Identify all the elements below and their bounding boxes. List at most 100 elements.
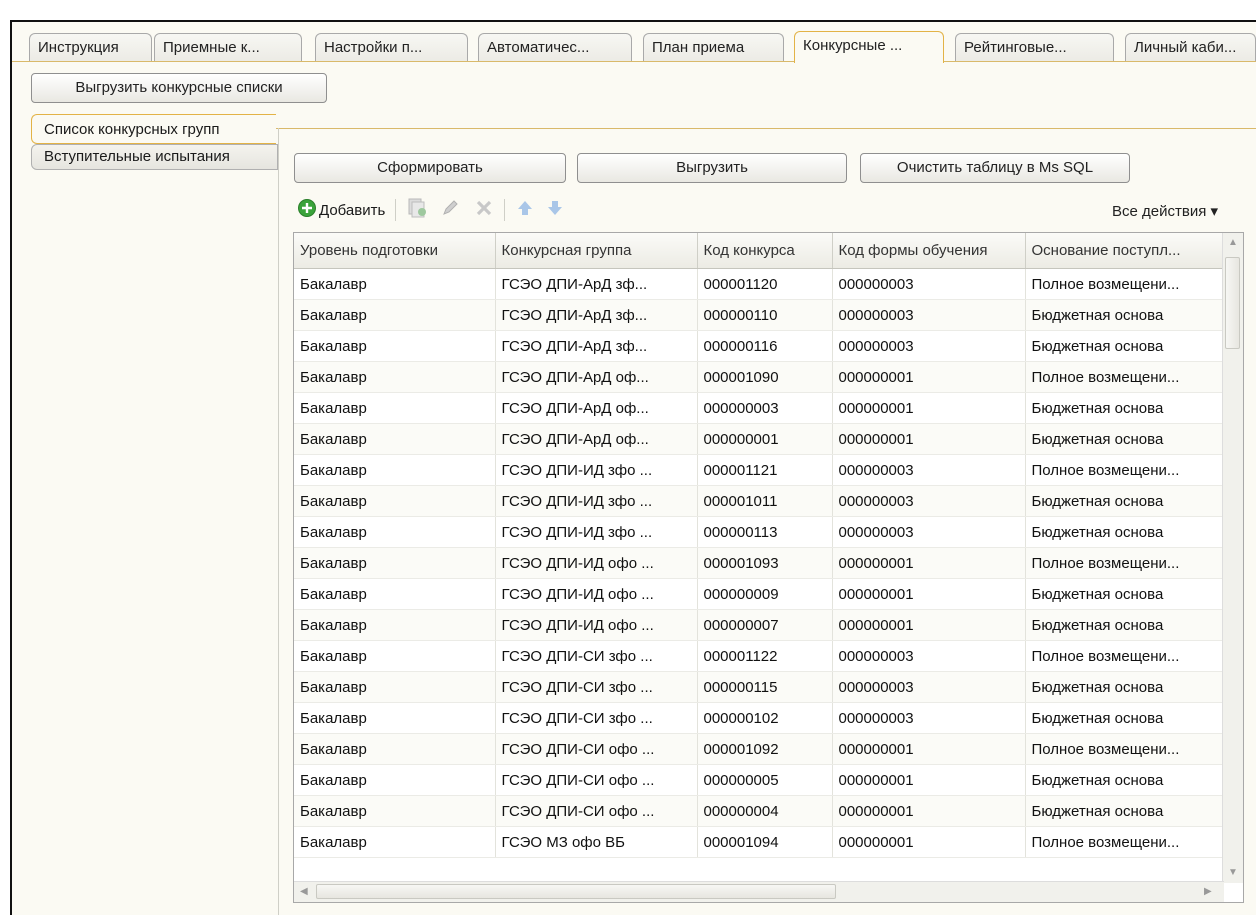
table-cell[interactable]: 000001121: [697, 454, 833, 486]
table-cell[interactable]: 000000001: [832, 423, 1026, 455]
table-row[interactable]: Бакалавр ГСЭО ДПИ-ИД зфо ... 000001121 0000…: [294, 454, 1225, 486]
table-cell[interactable]: Бюджетная основа: [1025, 330, 1225, 362]
table-cell[interactable]: Полное возмещени...: [1025, 826, 1225, 858]
table-cell[interactable]: Бюджетная основа: [1025, 578, 1225, 610]
table-cell[interactable]: 000000003: [832, 671, 1026, 703]
table-row[interactable]: Бакалавр ГСЭО ДПИ-СИ офо ... 000000004 0000…: [294, 795, 1225, 827]
tab-ratings[interactable]: Рейтинговые...: [955, 33, 1114, 61]
table-cell[interactable]: 000000116: [697, 330, 833, 362]
scroll-down-icon[interactable]: ▼: [1228, 867, 1238, 878]
table-cell[interactable]: 000001093: [697, 547, 833, 579]
table-cell[interactable]: Бакалавр: [294, 361, 496, 393]
table-row[interactable]: Бакалавр ГСЭО ДПИ-АрД зф... 000001120 00000…: [294, 268, 1225, 300]
table-row[interactable]: Бакалавр ГСЭО ДПИ-ИД офо ... 000001093 0000…: [294, 547, 1225, 579]
table-cell[interactable]: Бакалавр: [294, 423, 496, 455]
table-cell[interactable]: ГСЭО ДПИ-ИД офо ...: [495, 609, 698, 641]
column-header[interactable]: Уровень подготовки: [294, 233, 496, 269]
table-cell[interactable]: ГСЭО ДПИ-АрД зф...: [495, 299, 698, 331]
table-cell[interactable]: 000000113: [697, 516, 833, 548]
table-cell[interactable]: Бакалавр: [294, 392, 496, 424]
table-cell[interactable]: ГСЭО ДПИ-ИД офо ...: [495, 547, 698, 579]
export-button[interactable]: Выгрузить: [577, 153, 847, 183]
table-row[interactable]: Бакалавр ГСЭО ДПИ-СИ зфо ... 000001122 0000…: [294, 640, 1225, 672]
table-cell[interactable]: Бакалавр: [294, 268, 496, 300]
scroll-up-icon[interactable]: ▲: [1228, 237, 1238, 248]
table-cell[interactable]: Бюджетная основа: [1025, 392, 1225, 424]
table-cell[interactable]: ГСЭО ДПИ-ИД зфо ...: [495, 485, 698, 517]
table-row[interactable]: Бакалавр ГСЭО ДПИ-СИ зфо ... 000000102 0000…: [294, 702, 1225, 734]
table-cell[interactable]: ГСЭО ДПИ-ИД зфо ...: [495, 454, 698, 486]
table-cell[interactable]: 000001011: [697, 485, 833, 517]
all-actions-menu[interactable]: Все действия ▾: [1112, 202, 1218, 220]
table-cell[interactable]: 000000003: [832, 485, 1026, 517]
table-row[interactable]: Бакалавр ГСЭО ДПИ-АрД зф... 000000110 00000…: [294, 299, 1225, 331]
table-cell[interactable]: Бакалавр: [294, 516, 496, 548]
vertical-scroll-thumb[interactable]: [1225, 257, 1240, 349]
tab-automatic[interactable]: Автоматичес...: [478, 33, 632, 61]
table-cell[interactable]: 000001120: [697, 268, 833, 300]
table-cell[interactable]: Бакалавр: [294, 826, 496, 858]
table-row[interactable]: Бакалавр ГСЭО ДПИ-ИД офо ... 000000007 0000…: [294, 609, 1225, 641]
table-cell[interactable]: 000000001: [832, 547, 1026, 579]
tab-admission-plan[interactable]: План приема: [643, 33, 784, 61]
delete-icon[interactable]: [474, 198, 494, 222]
horizontal-scrollbar[interactable]: ◀ ▶: [294, 881, 1224, 902]
copy-icon[interactable]: [406, 197, 428, 223]
table-cell[interactable]: ГСЭО ДПИ-СИ зфо ...: [495, 671, 698, 703]
column-header[interactable]: Основание поступл...: [1025, 233, 1225, 269]
table-cell[interactable]: Бакалавр: [294, 547, 496, 579]
table-cell[interactable]: 000000115: [697, 671, 833, 703]
table-cell[interactable]: Бакалавр: [294, 485, 496, 517]
table-cell[interactable]: 000000003: [832, 299, 1026, 331]
table-cell[interactable]: ГСЭО ДПИ-СИ офо ...: [495, 795, 698, 827]
table-cell[interactable]: ГСЭО ДПИ-АрД оф...: [495, 423, 698, 455]
table-row[interactable]: Бакалавр ГСЭО ДПИ-ИД офо ... 000000009 0000…: [294, 578, 1225, 610]
table-cell[interactable]: Бакалавр: [294, 578, 496, 610]
table-cell[interactable]: 000000009: [697, 578, 833, 610]
table-cell[interactable]: Полное возмещени...: [1025, 547, 1225, 579]
table-cell[interactable]: 000000001: [697, 423, 833, 455]
table-cell[interactable]: Бакалавр: [294, 640, 496, 672]
table-cell[interactable]: 000000001: [832, 764, 1026, 796]
table-cell[interactable]: Бюджетная основа: [1025, 485, 1225, 517]
table-row[interactable]: Бакалавр ГСЭО ДПИ-СИ офо ... 000000005 0000…: [294, 764, 1225, 796]
table-cell[interactable]: ГСЭО ДПИ-СИ офо ...: [495, 733, 698, 765]
tab-instruction[interactable]: Инструкция: [29, 33, 152, 61]
table-cell[interactable]: Бакалавр: [294, 454, 496, 486]
table-cell[interactable]: Бюджетная основа: [1025, 516, 1225, 548]
table-row[interactable]: Бакалавр ГСЭО ДПИ-АрД зф... 000000116 00000…: [294, 330, 1225, 362]
table-cell[interactable]: 000000001: [832, 733, 1026, 765]
table-cell[interactable]: Бакалавр: [294, 733, 496, 765]
table-cell[interactable]: 000000110: [697, 299, 833, 331]
horizontal-scroll-thumb[interactable]: [316, 884, 836, 899]
side-tab-competition-groups[interactable]: Список конкурсных групп: [31, 114, 276, 144]
table-cell[interactable]: ГСЭО ДПИ-СИ зфо ...: [495, 702, 698, 734]
table-cell[interactable]: 000000003: [832, 330, 1026, 362]
table-cell[interactable]: Бюджетная основа: [1025, 423, 1225, 455]
table-cell[interactable]: ГСЭО ДПИ-ИД офо ...: [495, 578, 698, 610]
table-cell[interactable]: Бакалавр: [294, 299, 496, 331]
table-cell[interactable]: 000000001: [832, 795, 1026, 827]
table-row[interactable]: Бакалавр ГСЭО ДПИ-ИД зфо ... 000001011 0000…: [294, 485, 1225, 517]
table-cell[interactable]: 000000003: [832, 268, 1026, 300]
column-header[interactable]: Код конкурса: [697, 233, 833, 269]
tab-settings[interactable]: Настройки п...: [315, 33, 468, 61]
table-cell[interactable]: 000000001: [832, 361, 1026, 393]
table-cell[interactable]: ГСЭО ДПИ-АрД зф...: [495, 268, 698, 300]
table-cell[interactable]: Бакалавр: [294, 764, 496, 796]
table-cell[interactable]: ГСЭО ДПИ-АрД оф...: [495, 361, 698, 393]
table-cell[interactable]: Бюджетная основа: [1025, 764, 1225, 796]
table-row[interactable]: Бакалавр ГСЭО ДПИ-АрД оф... 000001090 00000…: [294, 361, 1225, 393]
table-cell[interactable]: Бакалавр: [294, 671, 496, 703]
table-cell[interactable]: Полное возмещени...: [1025, 454, 1225, 486]
table-row[interactable]: Бакалавр ГСЭО ДПИ-СИ офо ... 000001092 0000…: [294, 733, 1225, 765]
table-cell[interactable]: ГСЭО МЗ офо ВБ: [495, 826, 698, 858]
move-up-icon[interactable]: [515, 198, 535, 222]
table-cell[interactable]: Бакалавр: [294, 702, 496, 734]
column-header[interactable]: Конкурсная группа: [495, 233, 698, 269]
export-competition-lists-button[interactable]: Выгрузить конкурсные списки: [31, 73, 327, 103]
table-cell[interactable]: ГСЭО ДПИ-СИ зфо ...: [495, 640, 698, 672]
table-cell[interactable]: Бюджетная основа: [1025, 609, 1225, 641]
edit-icon[interactable]: [440, 198, 460, 222]
side-tab-entrance-exams[interactable]: Вступительные испытания: [31, 144, 278, 170]
